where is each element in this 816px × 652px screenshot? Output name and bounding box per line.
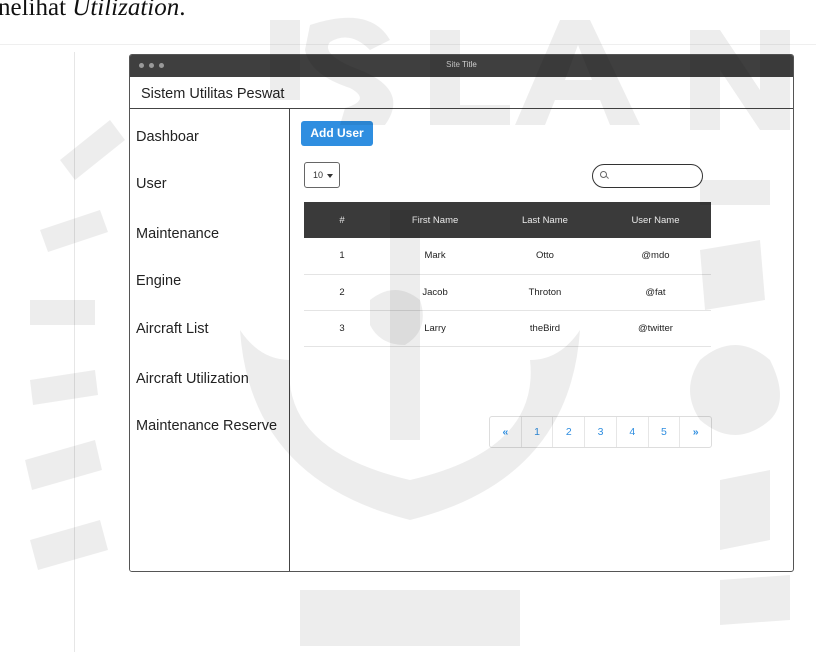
pagination: « 1 2 3 4 5 » [489,416,712,448]
table-row[interactable]: 1 Mark Otto @mdo [304,238,711,274]
table-header-row: # First Name Last Name User Name [304,202,711,238]
app-header: Sistem Utilitas Peswat [130,77,793,109]
table-cell-first-name: Mark [424,250,446,262]
pagination-next-button[interactable]: » [680,417,711,447]
table-cell-number: 1 [339,250,345,262]
app-title: Sistem Utilitas Peswat [141,86,285,102]
column-header-user-name[interactable]: User Name [600,202,711,238]
page-size-value: 10 [313,170,324,180]
sidebar-item-aircraft-utilization[interactable]: Aircraft Utilization [136,371,249,387]
column-header-number[interactable]: # [304,202,380,238]
pagination-prev-button[interactable]: « [490,417,522,447]
table-cell-last-name: Throton [528,286,562,298]
table-row[interactable]: 2 Jacob Throton @fat [304,274,711,310]
pagination-page-5[interactable]: 5 [649,417,681,447]
app-window: Site Title Sistem Utilitas Peswat Dashbo… [129,54,794,572]
chevron-down-icon [327,174,333,178]
sidebar-item-dashboard[interactable]: Dashboar [136,129,199,145]
pagination-page-3[interactable]: 3 [585,417,617,447]
sidebar-item-engine[interactable]: Engine [136,273,181,289]
table-cell-first-name: Larry [424,322,446,334]
window-titlebar: Site Title [130,55,793,77]
table-cell-user-name: @fat [645,286,666,298]
users-table: # First Name Last Name User Name 1 Mark … [304,202,711,347]
sidebar-item-maintenance[interactable]: Maintenance [136,226,219,242]
table-cell-number: 2 [339,286,345,298]
pagination-page-1[interactable]: 1 [522,417,554,447]
column-header-last-name[interactable]: Last Name [490,202,600,238]
table-cell-last-name: theBird [529,322,560,334]
sidebar: Dashboar User Maintenance Engine Aircraf… [130,109,290,571]
sidebar-item-maintenance-reserve[interactable]: Maintenance Reserve [136,418,277,434]
pagination-page-2[interactable]: 2 [553,417,586,447]
search-icon [600,171,607,178]
column-header-first-name[interactable]: First Name [380,202,490,238]
table-cell-last-name: Otto [535,250,554,262]
table-cell-user-name: @mdo [641,250,670,262]
sidebar-item-aircraft-list[interactable]: Aircraft List [136,321,209,337]
table-row[interactable]: 3 Larry theBird @twitter [304,310,711,346]
table-cell-user-name: @twitter [637,322,673,334]
main-content: Add User 10 # First Name Last Name User … [290,109,793,571]
pagination-page-4[interactable]: 4 [617,417,649,447]
table-cell-first-name: Jacob [422,286,448,298]
add-user-button[interactable]: Add User [301,121,373,146]
document-caption-text: nelihat Utilization. [0,0,186,21]
sidebar-item-user[interactable]: User [136,176,167,192]
page-margin-line [74,52,75,652]
table-cell-number: 3 [339,322,345,334]
page-divider-line [0,44,816,45]
search-input[interactable] [592,164,703,188]
window-title: Site Title [446,60,477,69]
page-size-select[interactable]: 10 [304,162,340,188]
